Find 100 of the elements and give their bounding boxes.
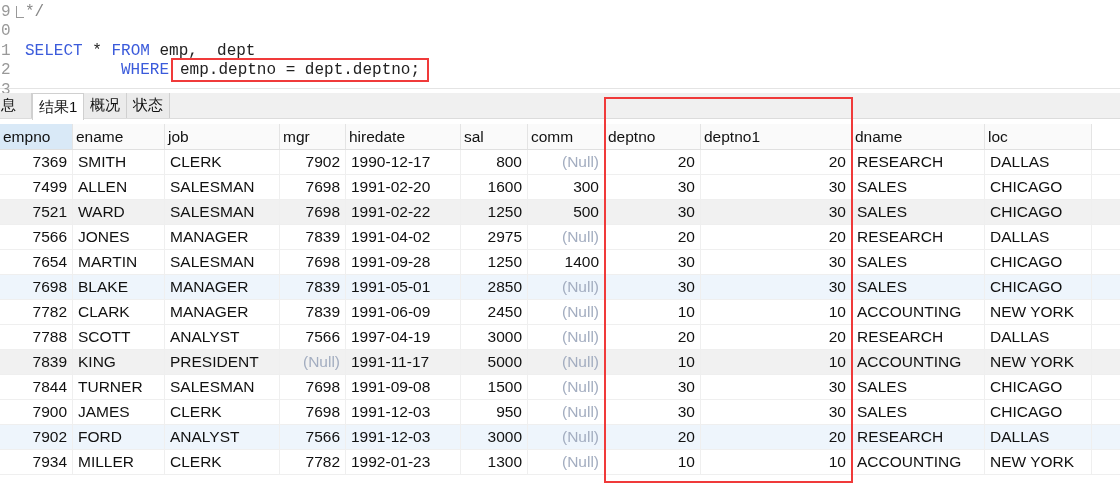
table-row[interactable]: 7654 MARTIN SALESMAN 7698 1991-09-28 1250 1400 30 30 SALES CHICAGO <box>0 250 1120 275</box>
table-cell: PRESIDENT <box>165 350 280 374</box>
table-row[interactable]: 7499 ALLEN SALESMAN 7698 1991-02-20 1600 300 30 30 SALES CHICAGO <box>0 175 1120 200</box>
table-row[interactable]: 7782 CLARK MANAGER 7839 1991-06-09 2450 (Null) 10 10 ACCOUNTING NEW YORK <box>0 300 1120 325</box>
table-cell: 1991-09-28 <box>346 250 461 274</box>
table-cell: 10 <box>605 350 701 374</box>
table-cell: 7788 <box>0 325 73 349</box>
table-cell: 1600 <box>461 175 528 199</box>
table-cell: 30 <box>701 200 852 224</box>
table-cell: 20 <box>605 225 701 249</box>
table-cell: 30 <box>605 175 701 199</box>
table-cell: 7698 <box>280 400 346 424</box>
table-cell: (Null) <box>528 400 605 424</box>
table-row[interactable]: 7788 SCOTT ANALYST 7566 1997-04-19 3000 (Null) 20 20 RESEARCH DALLAS <box>0 325 1120 350</box>
table-cell: 1250 <box>461 200 528 224</box>
table-row[interactable]: 7521 WARD SALESMAN 7698 1991-02-22 1250 500 30 30 SALES CHICAGO <box>0 200 1120 225</box>
table-cell: 30 <box>701 400 852 424</box>
table-cell: 1300 <box>461 450 528 474</box>
column-header[interactable]: mgr <box>280 124 346 149</box>
table-cell: ACCOUNTING <box>852 450 985 474</box>
table-cell: 7900 <box>0 400 73 424</box>
result-tab[interactable]: 概况 <box>84 93 128 118</box>
table-cell: CHICAGO <box>985 200 1092 224</box>
table-cell: SALESMAN <box>165 175 280 199</box>
table-cell: 1250 <box>461 250 528 274</box>
result-tab[interactable]: 结果1 <box>32 93 85 120</box>
fold-marker-icon[interactable] <box>16 5 24 18</box>
table-cell: 7369 <box>0 150 73 174</box>
table-cell: 20 <box>605 150 701 174</box>
table-cell: 7839 <box>0 350 73 374</box>
column-header[interactable]: deptno <box>605 124 701 149</box>
table-cell: RESEARCH <box>852 150 985 174</box>
table-cell: 7566 <box>0 225 73 249</box>
table-row[interactable]: 7900 JAMES CLERK 7698 1991-12-03 950 (Null) 30 30 SALES CHICAGO <box>0 400 1120 425</box>
table-cell: 500 <box>528 200 605 224</box>
table-cell: (Null) <box>528 325 605 349</box>
line-number: 0 <box>0 23 12 40</box>
column-header[interactable]: empno <box>0 124 73 149</box>
table-cell: MARTIN <box>73 250 165 274</box>
table-cell: NEW YORK <box>985 300 1092 324</box>
table-cell: JAMES <box>73 400 165 424</box>
table-cell: 10 <box>701 450 852 474</box>
table-cell: 30 <box>701 275 852 299</box>
table-cell: (Null) <box>280 350 346 374</box>
table-cell: 7698 <box>280 200 346 224</box>
table-cell: 7902 <box>0 425 73 449</box>
table-cell: ACCOUNTING <box>852 300 985 324</box>
table-cell: SALES <box>852 375 985 399</box>
table-row[interactable]: 7934 MILLER CLERK 7782 1992-01-23 1300 (Null) 10 10 ACCOUNTING NEW YORK <box>0 450 1120 475</box>
column-header[interactable]: ename <box>73 124 165 149</box>
sql-text: emp, dept <box>158 42 256 59</box>
table-row[interactable]: 7566 JONES MANAGER 7839 1991-04-02 2975 (Null) 20 20 RESEARCH DALLAS <box>0 225 1120 250</box>
table-cell: SALES <box>852 250 985 274</box>
table-cell: SALESMAN <box>165 200 280 224</box>
table-cell: 7782 <box>0 300 73 324</box>
table-cell: 30 <box>701 175 852 199</box>
column-header[interactable]: deptno1 <box>701 124 852 149</box>
table-cell: 30 <box>605 250 701 274</box>
table-cell: 7698 <box>280 250 346 274</box>
table-cell: CLERK <box>165 150 280 174</box>
table-cell: WARD <box>73 200 165 224</box>
table-cell: CHICAGO <box>985 375 1092 399</box>
table-cell: (Null) <box>528 350 605 374</box>
column-header[interactable]: loc <box>985 124 1092 149</box>
table-cell: MILLER <box>73 450 165 474</box>
table-cell: 7698 <box>0 275 73 299</box>
table-row[interactable]: 7902 FORD ANALYST 7566 1991-12-03 3000 (Null) 20 20 RESEARCH DALLAS <box>0 425 1120 450</box>
table-cell: CHICAGO <box>985 250 1092 274</box>
table-cell: CLARK <box>73 300 165 324</box>
table-cell: 7499 <box>0 175 73 199</box>
table-cell: MANAGER <box>165 275 280 299</box>
table-cell: RESEARCH <box>852 225 985 249</box>
table-cell: 7654 <box>0 250 73 274</box>
table-cell: 20 <box>701 225 852 249</box>
column-header[interactable]: dname <box>852 124 985 149</box>
table-cell: MANAGER <box>165 225 280 249</box>
table-cell: 7782 <box>280 450 346 474</box>
column-header[interactable]: hiredate <box>346 124 461 149</box>
result-tab[interactable]: 状态 <box>127 93 171 118</box>
table-cell: 2975 <box>461 225 528 249</box>
table-cell: DALLAS <box>985 325 1092 349</box>
table-cell: 1400 <box>528 250 605 274</box>
table-cell: 10 <box>605 300 701 324</box>
table-cell: 20 <box>701 150 852 174</box>
table-cell: 2450 <box>461 300 528 324</box>
table-cell: 10 <box>701 350 852 374</box>
column-header[interactable]: job <box>165 124 280 149</box>
table-row[interactable]: 7369 SMITH CLERK 7902 1990-12-17 800 (Null) 20 20 RESEARCH DALLAS <box>0 150 1120 175</box>
table-row[interactable]: 7839 KING PRESIDENT (Null) 1991-11-17 5000 (Null) 10 10 ACCOUNTING NEW YORK <box>0 350 1120 375</box>
table-row[interactable]: 7844 TURNER SALESMAN 7698 1991-09-08 1500 (Null) 30 30 SALES CHICAGO <box>0 375 1120 400</box>
table-cell: 7698 <box>280 375 346 399</box>
column-header[interactable]: comm <box>528 124 605 149</box>
result-tab[interactable]: 息 <box>0 93 32 118</box>
column-header[interactable]: sal <box>461 124 528 149</box>
sql-comment: */ <box>25 3 45 20</box>
table-row[interactable]: 7698 BLAKE MANAGER 7839 1991-05-01 2850 (Null) 30 30 SALES CHICAGO <box>0 275 1120 300</box>
table-cell: 300 <box>528 175 605 199</box>
table-cell: ALLEN <box>73 175 165 199</box>
table-cell: (Null) <box>528 375 605 399</box>
table-cell: 30 <box>605 400 701 424</box>
